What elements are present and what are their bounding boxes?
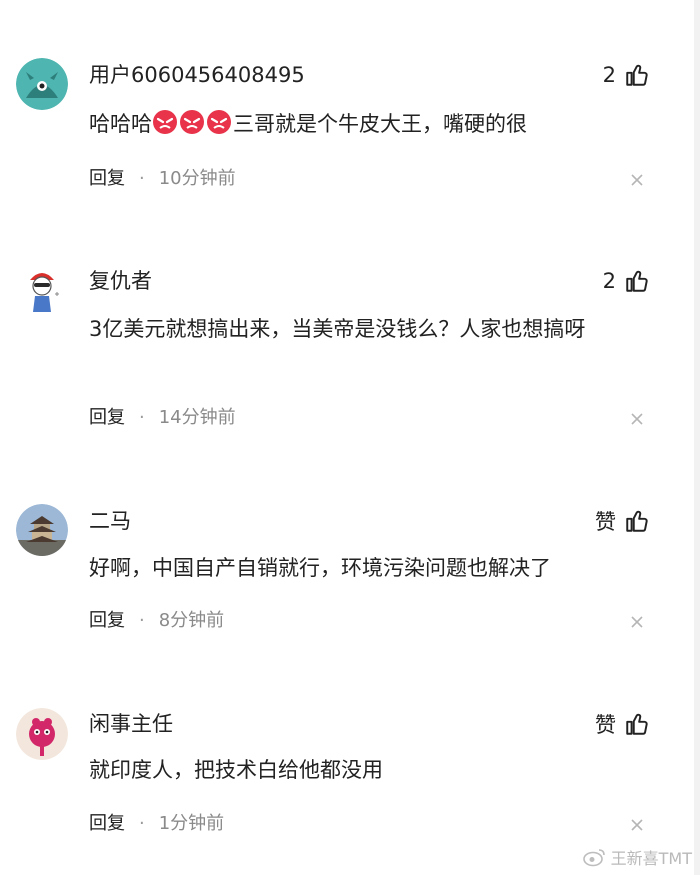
like-count: 赞 — [595, 713, 616, 737]
angry-emoji-icon — [152, 109, 179, 135]
reply-button[interactable]: 回复 — [89, 812, 125, 836]
username[interactable]: 闲事主任 — [89, 711, 173, 737]
like-button[interactable]: 赞 — [595, 506, 650, 536]
separator-dot: · — [139, 407, 145, 428]
timestamp: 14分钟前 — [158, 407, 236, 428]
username[interactable]: 用户6060456408495 — [89, 62, 305, 88]
angry-emoji-icon — [206, 109, 233, 135]
close-icon[interactable] — [630, 818, 644, 832]
like-count: 2 — [602, 269, 616, 293]
comment-text: 3亿美元就想搞出来，当美帝是没钱么？人家也想搞呀 — [89, 317, 586, 341]
timestamp: 8分钟前 — [158, 610, 225, 631]
avatar[interactable] — [16, 708, 68, 760]
close-icon[interactable] — [630, 173, 644, 187]
comment-meta: 回复 · 8分钟前 — [89, 609, 224, 633]
like-button[interactable]: 2 — [603, 266, 650, 296]
weibo-logo-icon — [582, 849, 605, 867]
username[interactable]: 二马 — [89, 508, 131, 534]
separator-dot: · — [139, 168, 145, 189]
avatar[interactable] — [16, 504, 68, 556]
scrollbar[interactable] — [694, 0, 700, 875]
cartoon-character-avatar-icon — [16, 264, 68, 316]
comment-text-start: 哈哈哈 — [89, 112, 152, 136]
thumbs-up-icon — [624, 268, 650, 294]
separator-dot: · — [139, 610, 145, 631]
reply-button[interactable]: 回复 — [89, 406, 125, 430]
comment-text: 好啊，中国自产自销就行，环境污染问题也解决了 — [89, 556, 551, 580]
watermark-text: 王新喜TMT — [610, 849, 692, 868]
thumbs-up-icon — [624, 711, 650, 737]
close-icon[interactable] — [630, 615, 644, 629]
timestamp: 10分钟前 — [158, 168, 236, 189]
close-icon[interactable] — [630, 412, 644, 426]
thumbs-up-icon — [624, 508, 650, 534]
thumbs-up-icon — [624, 62, 650, 88]
comment-text: 哈哈哈 三哥就是个牛皮大王，嘴硬的很 — [89, 106, 649, 143]
like-count: 2 — [602, 63, 616, 87]
like-button[interactable]: 2 — [603, 60, 650, 90]
comment-meta: 回复 · 10分钟前 — [89, 167, 236, 191]
username[interactable]: 复仇者 — [89, 268, 152, 294]
comment-meta: 回复 · 1分钟前 — [89, 812, 224, 836]
avatar[interactable] — [16, 264, 68, 316]
like-button[interactable]: 赞 — [595, 709, 650, 739]
angry-emoji-icon — [179, 109, 206, 135]
comment-text-end: 三哥就是个牛皮大王，嘴硬的很 — [233, 112, 527, 136]
comment-text: 就印度人，把技术白给他都没用 — [89, 758, 383, 782]
teal-monster-avatar-icon — [16, 58, 68, 110]
comment-meta: 回复 · 14分钟前 — [89, 406, 236, 430]
watermark: 王新喜TMT — [582, 845, 692, 869]
reply-button[interactable]: 回复 — [89, 167, 125, 191]
reply-button[interactable]: 回复 — [89, 609, 125, 633]
pagoda-avatar-icon — [16, 504, 68, 556]
avatar[interactable] — [16, 58, 68, 110]
timestamp: 1分钟前 — [158, 813, 225, 834]
emoji-group — [152, 109, 233, 135]
separator-dot: · — [139, 813, 145, 834]
like-count: 赞 — [595, 510, 616, 534]
pink-monster-avatar-icon — [16, 708, 68, 760]
